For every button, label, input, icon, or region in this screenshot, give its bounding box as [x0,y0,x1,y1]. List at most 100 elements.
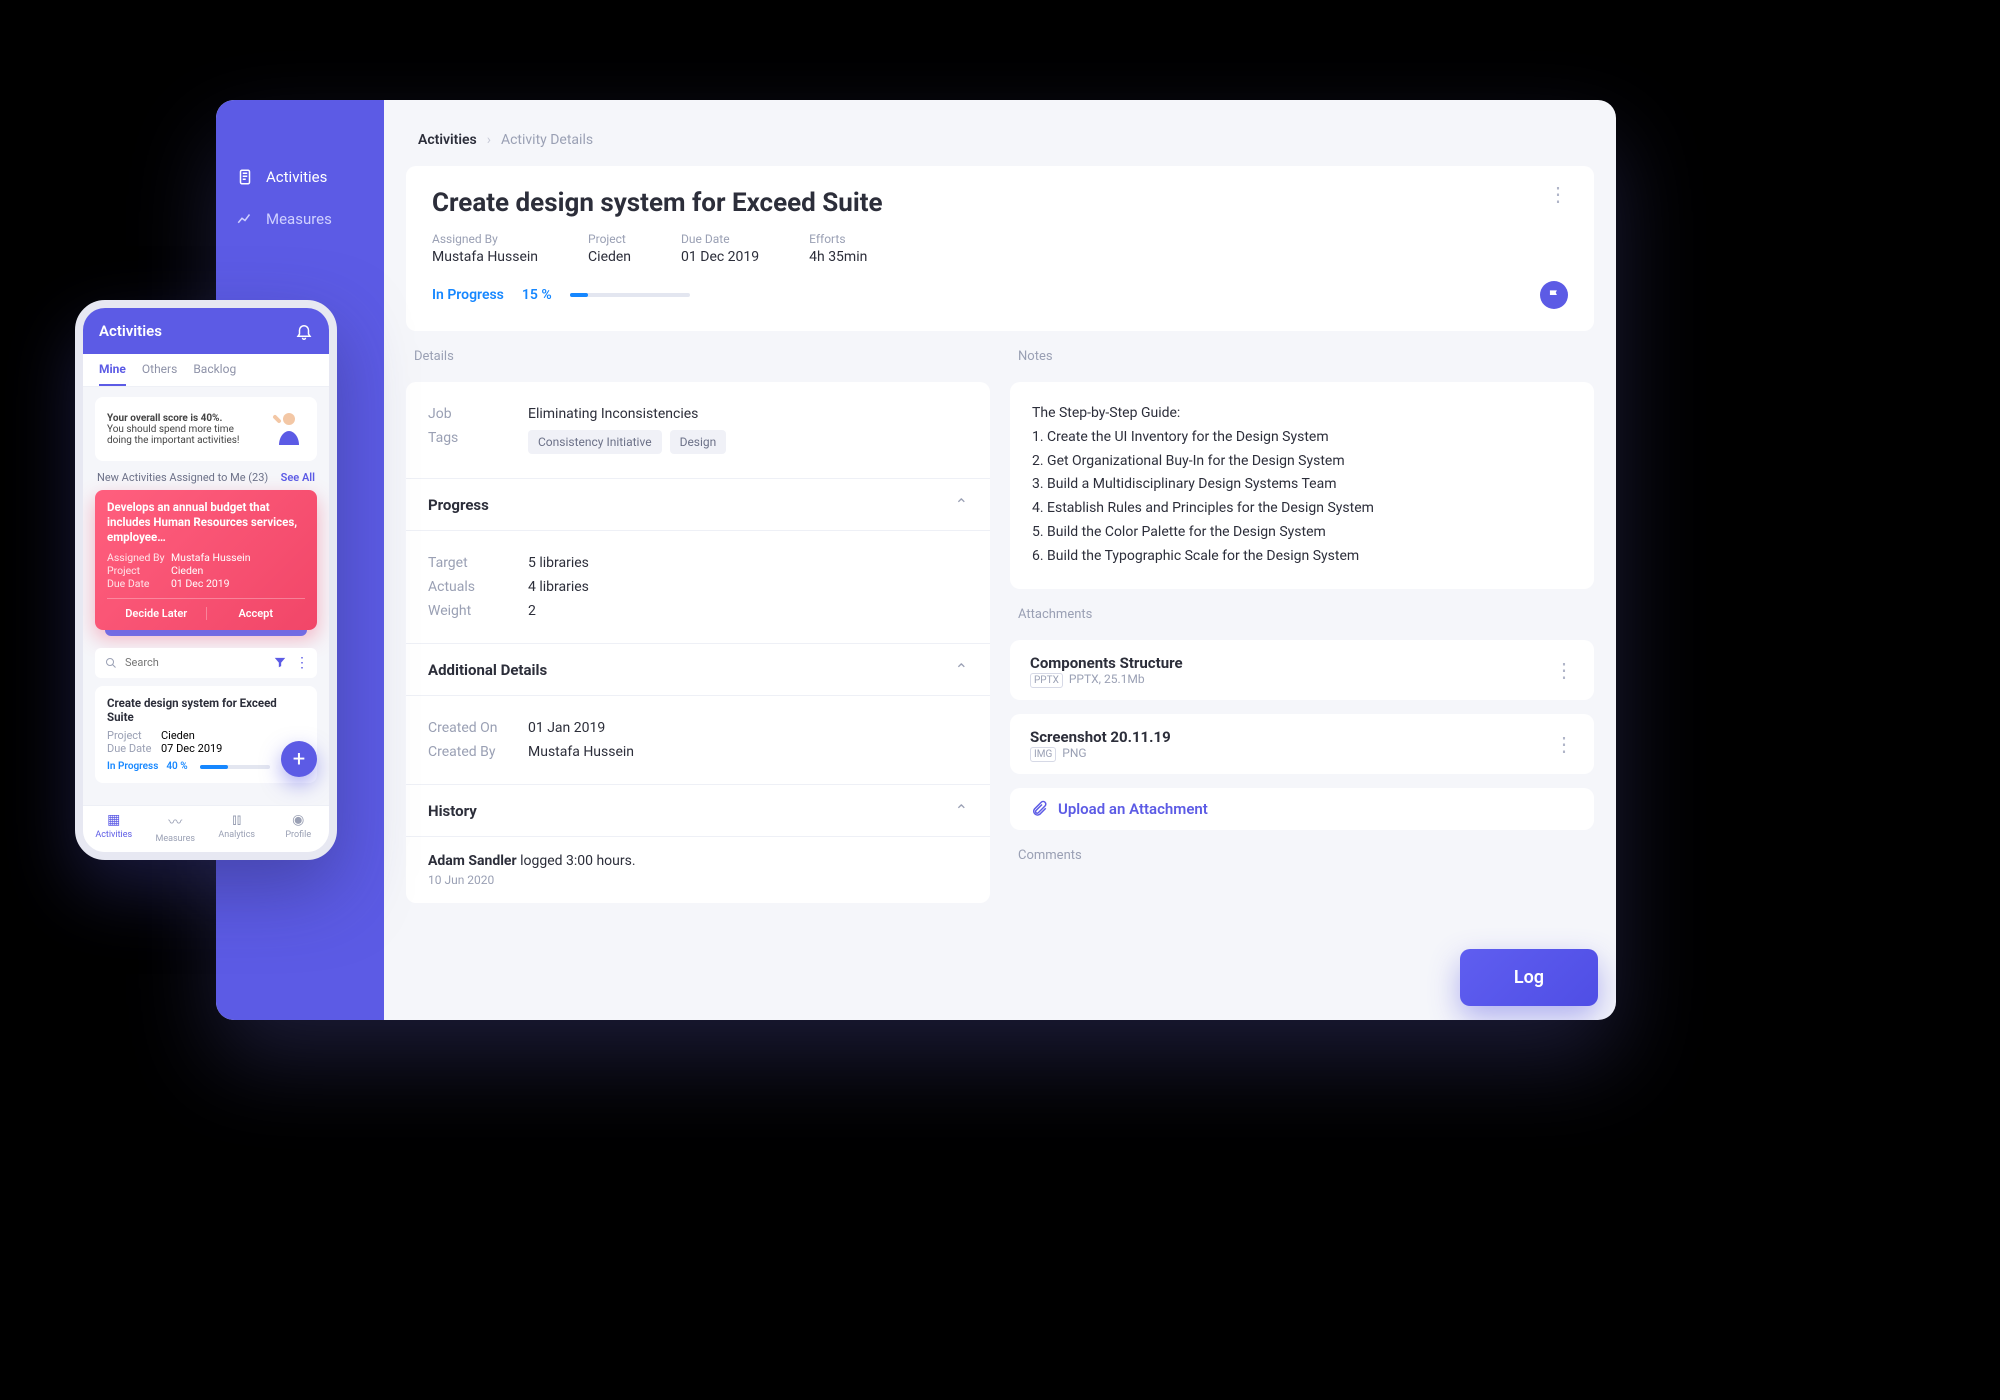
field-label: Weight [428,603,528,619]
meta-label: Assigned By [432,232,538,246]
decide-later-button[interactable]: Decide Later [107,607,207,620]
attachment-meta: PPTX, 25.1Mb [1069,672,1145,686]
activity-title: Create design system for Exceed Suite [432,188,1548,218]
field-label: Target [428,555,528,571]
nav-label: Analytics [218,830,255,840]
history-header[interactable]: History⌃ [406,784,990,837]
field-label: Job [428,406,528,422]
pending-activity-card[interactable]: Develops an annual budget that includes … [95,490,317,630]
breadcrumb-root[interactable]: Activities [418,132,477,148]
field-label: Tags [428,430,528,454]
panel-title: Progress [428,496,489,514]
file-type-icon: PPTX [1030,673,1063,688]
breadcrumb-leaf: Activity Details [501,132,593,148]
tip-heading: Your overall score is 40%. [107,413,222,424]
field-value: 5 libraries [528,555,589,571]
card-stack-shadow [105,630,307,636]
tab-backlog[interactable]: Backlog [193,362,236,386]
field-label: Created By [428,744,528,760]
accept-button[interactable]: Accept [207,607,306,620]
score-tip-card: Your overall score is 40%. You should sp… [95,397,317,461]
panel-title: Additional Details [428,661,547,679]
nav-profile[interactable]: ◉Profile [268,806,330,852]
additional-header[interactable]: Additional Details⌃ [406,643,990,696]
field-value: 4 libraries [528,579,589,595]
tab-others[interactable]: Others [142,362,177,386]
chart-line-icon [236,210,254,228]
file-type-icon: IMG [1030,747,1056,762]
search-bar[interactable]: ⋮ [95,648,317,678]
phone-mockup: Activities Mine Others Backlog Your over… [75,300,337,860]
section-label: Notes [1010,345,1594,368]
nav-label: Activities [95,830,132,840]
section-label: Comments [1010,844,1594,867]
meta-value: 4h 35min [809,249,867,265]
note-line: 4. Establish Rules and Principles for th… [1032,497,1572,521]
tag[interactable]: Consistency Initiative [528,430,662,454]
progress-bar [570,293,690,297]
add-fab-button[interactable]: + [281,741,317,777]
notes-card: The Step-by-Step Guide: 1. Create the UI… [1010,382,1594,589]
field-label: Actuals [428,579,528,595]
note-line: 2. Get Organizational Buy-In for the Des… [1032,450,1572,474]
tab-mine[interactable]: Mine [99,362,126,386]
history-actor: Adam Sandler [428,853,517,869]
field-label: Due Date [107,742,161,755]
progress-header[interactable]: Progress ⌃ [406,478,990,531]
card-title: Develops an annual budget that includes … [107,500,305,545]
field-label: Project [107,729,161,742]
more-icon[interactable]: ⋮ [295,655,309,671]
note-line: 1. Create the UI Inventory for the Desig… [1032,426,1572,450]
section-label: Details [406,345,990,368]
sidebar-item-label: Activities [266,168,327,186]
assigned-heading: New Activities Assigned to Me (23) [97,471,268,484]
see-all-link[interactable]: See All [281,471,315,484]
clipboard-icon: ▦ [83,812,145,828]
log-label: Log [1514,967,1544,988]
percent-label: 40 % [166,761,192,772]
percent-label: 15 % [522,287,552,303]
meta-value: 01 Dec 2019 [681,249,759,265]
panel-title: History [428,802,477,820]
status-badge: In Progress [107,761,158,772]
desktop-window: Activities Measures Activities › Activit… [216,100,1616,1020]
field-value: 01 Dec 2019 [171,577,230,590]
chevron-up-icon: ⌃ [955,495,968,514]
nav-analytics[interactable]: ⫾⫾ Analytics [206,806,268,852]
meta-label: Efforts [809,232,867,246]
field-value: Mustafa Hussein [171,551,251,564]
field-value: Cieden [171,564,203,577]
field-value: 01 Jan 2019 [528,720,605,736]
attachment-meta: PNG [1062,746,1086,760]
bar-chart-icon: ⫾⫾ [206,812,268,828]
upload-attachment-button[interactable]: Upload an Attachment [1010,788,1594,830]
field-label: Created On [428,720,528,736]
activity-hero-card: Create design system for Exceed Suite ⋮ … [406,166,1594,331]
meta-value: Mustafa Hussein [432,249,538,265]
attachment-row[interactable]: Components Structure PPTX PPTX, 25.1Mb ⋮ [1010,640,1594,700]
sidebar-item-label: Measures [266,210,332,228]
attachment-title: Components Structure [1030,654,1554,672]
nav-label: Measures [155,834,195,844]
nav-measures[interactable]: 〰Measures [145,806,207,852]
sidebar-item-activities[interactable]: Activities [216,156,384,198]
person-waving-icon [261,407,305,451]
section-label: Attachments [1010,603,1594,626]
flag-icon[interactable] [1540,281,1568,309]
bell-icon[interactable] [295,322,313,340]
search-input[interactable] [125,656,265,669]
log-button[interactable]: Log [1460,949,1598,1006]
attachment-row[interactable]: Screenshot 20.11.19 IMGPNG ⋮ [1010,714,1594,774]
more-icon[interactable]: ⋮ [1554,664,1574,676]
more-icon[interactable]: ⋮ [1554,738,1574,750]
nav-activities[interactable]: ▦ Activities [83,806,145,852]
filter-icon[interactable] [273,655,287,671]
more-icon[interactable]: ⋮ [1548,188,1568,200]
breadcrumb: Activities › Activity Details [384,100,1616,166]
sidebar-item-measures[interactable]: Measures [216,198,384,240]
tag[interactable]: Design [670,430,727,454]
card-title: Create design system for Exceed Suite [107,696,305,724]
history-date: 10 Jun 2020 [428,873,968,887]
chevron-right-icon: › [487,132,491,148]
field-value: Eliminating Inconsistencies [528,406,698,422]
